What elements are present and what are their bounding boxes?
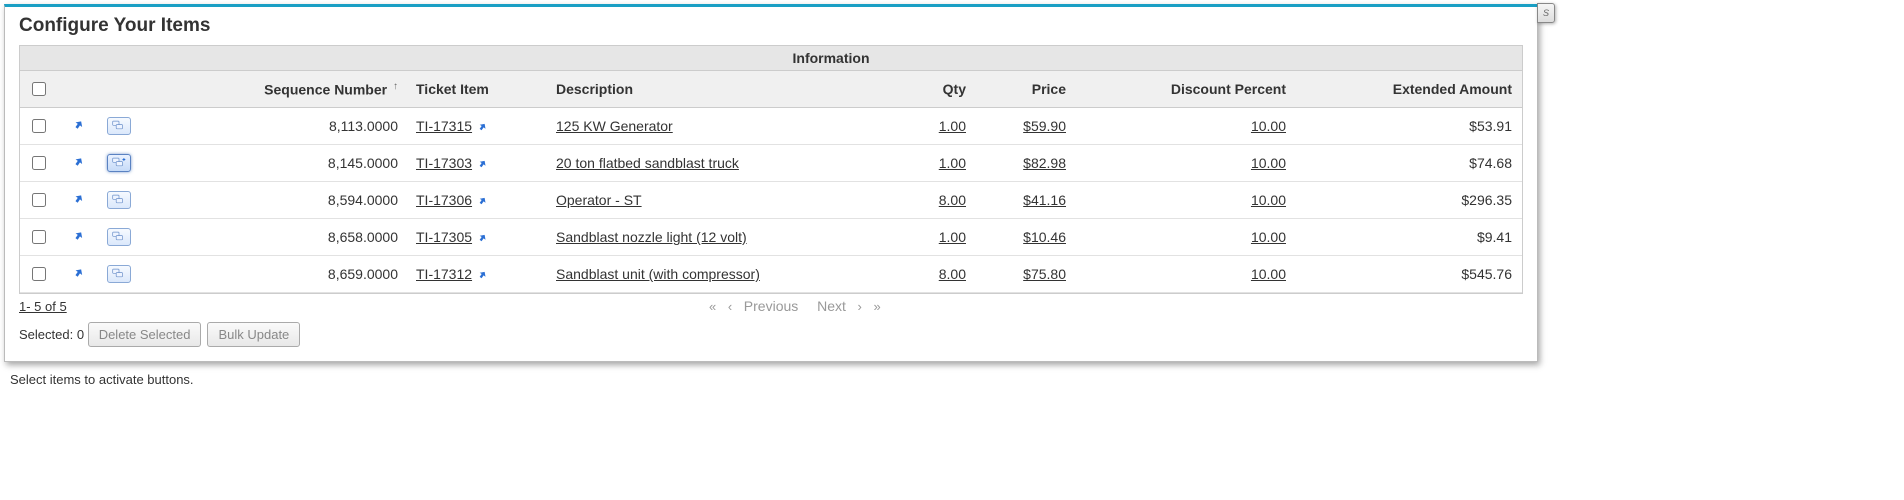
share-icon[interactable] — [69, 157, 85, 173]
sort-ascending-icon: ↑ — [393, 81, 398, 92]
share-icon[interactable] — [69, 231, 85, 247]
header-ticket[interactable]: Ticket Item — [410, 71, 550, 108]
ticket-link[interactable]: TI-17305 — [416, 229, 472, 245]
qty-value[interactable]: 1.00 — [939, 229, 966, 245]
selected-label-prefix: Selected: — [19, 327, 77, 342]
bulk-update-button[interactable]: Bulk Update — [207, 322, 300, 347]
description-link[interactable]: Sandblast nozzle light (12 volt) — [556, 229, 747, 245]
qty-value[interactable]: 1.00 — [939, 118, 966, 134]
qty-value[interactable]: 8.00 — [939, 266, 966, 282]
price-value[interactable]: $41.16 — [1023, 192, 1066, 208]
row-checkbox[interactable] — [32, 193, 46, 207]
expand-row-button[interactable] — [107, 191, 131, 209]
header-sequence-label: Sequence Number — [264, 81, 387, 97]
open-ticket-icon[interactable] — [472, 155, 488, 171]
items-table: Information Sequence Number ↑ Ticket Ite… — [20, 46, 1522, 293]
table-row: 8,658.0000 TI-17305 Sandblast nozzle light… — [20, 219, 1522, 256]
extended-value: $74.68 — [1292, 145, 1522, 182]
price-value[interactable]: $10.46 — [1023, 229, 1066, 245]
table-row: 8,659.0000 TI-17312 Sandblast unit (with c… — [20, 256, 1522, 293]
description-link[interactable]: Operator - ST — [556, 192, 642, 208]
row-checkbox[interactable] — [32, 230, 46, 244]
configure-items-panel: S Configure Your Items Information — [4, 4, 1538, 362]
description-link[interactable]: 20 ton flatbed sandblast truck — [556, 155, 739, 171]
price-value[interactable]: $82.98 — [1023, 155, 1066, 171]
next-page-icon: › — [858, 299, 862, 314]
table-row: 8,594.0000 TI-17306 Operator - ST 8.00 $41.1… — [20, 182, 1522, 219]
ticket-link[interactable]: TI-17315 — [416, 118, 472, 134]
price-value[interactable]: $75.80 — [1023, 266, 1066, 282]
extended-value: $296.35 — [1292, 182, 1522, 219]
extended-value: $545.76 — [1292, 256, 1522, 293]
open-ticket-icon[interactable] — [472, 229, 488, 245]
header-sequence[interactable]: Sequence Number ↑ — [140, 71, 410, 108]
delete-selected-button[interactable]: Delete Selected — [88, 322, 202, 347]
selected-count: 0 — [77, 327, 84, 342]
selected-label: Selected: 0 — [19, 327, 84, 342]
ticket-link[interactable]: TI-17312 — [416, 266, 472, 282]
expand-row-button[interactable] — [107, 228, 131, 246]
open-ticket-icon[interactable] — [472, 266, 488, 282]
next-button: Next — [817, 298, 846, 314]
items-table-wrap: Information Sequence Number ↑ Ticket Ite… — [19, 45, 1523, 294]
share-icon[interactable] — [69, 268, 85, 284]
selection-action-row: Selected: 0 Delete Selected Bulk Update — [5, 318, 1537, 351]
discount-value[interactable]: 10.00 — [1251, 192, 1286, 208]
header-information: Information — [140, 46, 1522, 71]
pagination-range[interactable]: 1- 5 of 5 — [19, 299, 67, 314]
expand-row-button[interactable] — [107, 265, 131, 283]
header-share-col — [56, 71, 98, 108]
header-price[interactable]: Price — [972, 71, 1072, 108]
qty-value[interactable]: 1.00 — [939, 155, 966, 171]
qty-value[interactable]: 8.00 — [939, 192, 966, 208]
header-qty[interactable]: Qty — [892, 71, 972, 108]
open-ticket-icon[interactable] — [472, 118, 488, 134]
ticket-link[interactable]: TI-17306 — [416, 192, 472, 208]
header-select-all[interactable] — [20, 71, 56, 108]
last-page-icon: » — [874, 299, 881, 314]
header-extended[interactable]: Extended Amount — [1292, 71, 1522, 108]
first-page-icon: « — [709, 299, 716, 314]
panel-collapse-handle[interactable]: S — [1537, 3, 1555, 23]
share-icon[interactable] — [69, 194, 85, 210]
header-blank-expand — [98, 46, 140, 71]
sequence-value: 8,658.0000 — [140, 219, 410, 256]
discount-value[interactable]: 10.00 — [1251, 118, 1286, 134]
open-ticket-icon[interactable] — [472, 192, 488, 208]
ticket-link[interactable]: TI-17303 — [416, 155, 472, 171]
sequence-value: 8,113.0000 — [140, 108, 410, 145]
share-icon[interactable] — [69, 120, 85, 136]
header-discount[interactable]: Discount Percent — [1072, 71, 1292, 108]
discount-value[interactable]: 10.00 — [1251, 266, 1286, 282]
expand-row-button[interactable] — [107, 117, 131, 135]
page-title: Configure Your Items — [5, 7, 1537, 41]
sequence-value: 8,594.0000 — [140, 182, 410, 219]
paginator: « ‹ Previous Next › » — [67, 298, 1523, 314]
discount-value[interactable]: 10.00 — [1251, 229, 1286, 245]
table-footer: 1- 5 of 5 « ‹ Previous Next › » — [5, 294, 1537, 318]
description-link[interactable]: Sandblast unit (with compressor) — [556, 266, 760, 282]
header-blank-checkbox — [20, 46, 56, 71]
discount-value[interactable]: 10.00 — [1251, 155, 1286, 171]
table-row: 8,113.0000 TI-17315 125 KW Generator 1.00 $5… — [20, 108, 1522, 145]
expand-row-button[interactable] — [107, 154, 131, 172]
header-expand-col — [98, 71, 140, 108]
row-checkbox[interactable] — [32, 267, 46, 281]
extended-value: $53.91 — [1292, 108, 1522, 145]
table-row: 8,145.0000 TI-17303 20 ton flatbed sandbla… — [20, 145, 1522, 182]
previous-button: Previous — [744, 298, 798, 314]
header-description[interactable]: Description — [550, 71, 892, 108]
sequence-value: 8,145.0000 — [140, 145, 410, 182]
sequence-value: 8,659.0000 — [140, 256, 410, 293]
description-link[interactable]: 125 KW Generator — [556, 118, 673, 134]
row-checkbox[interactable] — [32, 156, 46, 170]
price-value[interactable]: $59.90 — [1023, 118, 1066, 134]
help-text: Select items to activate buttons. — [0, 366, 1904, 387]
prev-page-icon: ‹ — [728, 299, 732, 314]
header-blank-share — [56, 46, 98, 71]
extended-value: $9.41 — [1292, 219, 1522, 256]
select-all-checkbox[interactable] — [32, 82, 46, 96]
row-checkbox[interactable] — [32, 119, 46, 133]
